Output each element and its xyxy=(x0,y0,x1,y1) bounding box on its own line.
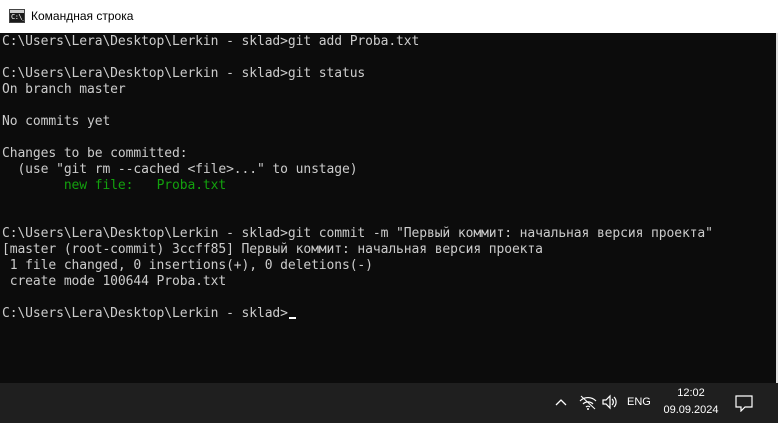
clock-date[interactable]: 09.09.2024 xyxy=(661,404,721,417)
console-line: Changes to be committed: xyxy=(2,146,188,161)
console-line: (use "git rm --cached <file>..." to unst… xyxy=(2,162,358,177)
taskbar: ENG 12:02 09.09.2024 xyxy=(0,383,778,423)
console-line: On branch master xyxy=(2,82,126,97)
console-line: create mode 100644 Proba.txt xyxy=(2,274,227,289)
console-line: No commits yet xyxy=(2,114,111,129)
notification-icon[interactable] xyxy=(734,394,754,413)
wifi-icon[interactable] xyxy=(578,394,598,410)
console-prompt: C:\Users\Lera\Desktop\Lerkin - sklad> xyxy=(2,306,288,321)
staged-file-label: new file: xyxy=(63,178,134,193)
speaker-icon[interactable] xyxy=(601,394,619,410)
console-output[interactable]: C:\Users\Lera\Desktop\Lerkin - sklad>git… xyxy=(0,33,778,383)
cmd-icon: C:\_ xyxy=(9,9,25,23)
staged-file-gap xyxy=(133,178,156,193)
console-line: 1 file changed, 0 insertions(+), 0 delet… xyxy=(2,258,373,273)
window-title: Командная строка xyxy=(31,9,134,23)
chevron-up-icon[interactable] xyxy=(553,394,569,410)
window-titlebar[interactable]: C:\_ Командная строка xyxy=(0,0,778,33)
console-line: C:\Users\Lera\Desktop\Lerkin - sklad>git… xyxy=(2,34,420,49)
clock-time[interactable]: 12:02 xyxy=(666,387,716,400)
console-line: C:\Users\Lera\Desktop\Lerkin - sklad>git… xyxy=(2,226,713,241)
console-line: [master (root-commit) 3ccff85] Первый ко… xyxy=(2,242,543,257)
input-language[interactable]: ENG xyxy=(627,395,651,410)
console-prompt-line[interactable]: C:\Users\Lera\Desktop\Lerkin - sklad> xyxy=(2,306,296,322)
cmd-icon-text: C:\_ xyxy=(11,13,25,21)
staged-file-line: new file: Proba.txt xyxy=(2,178,226,194)
staged-file-name: Proba.txt xyxy=(156,178,227,193)
staged-file-indent xyxy=(2,178,64,193)
console-line: C:\Users\Lera\Desktop\Lerkin - sklad>git… xyxy=(2,66,366,81)
text-cursor xyxy=(288,317,296,319)
